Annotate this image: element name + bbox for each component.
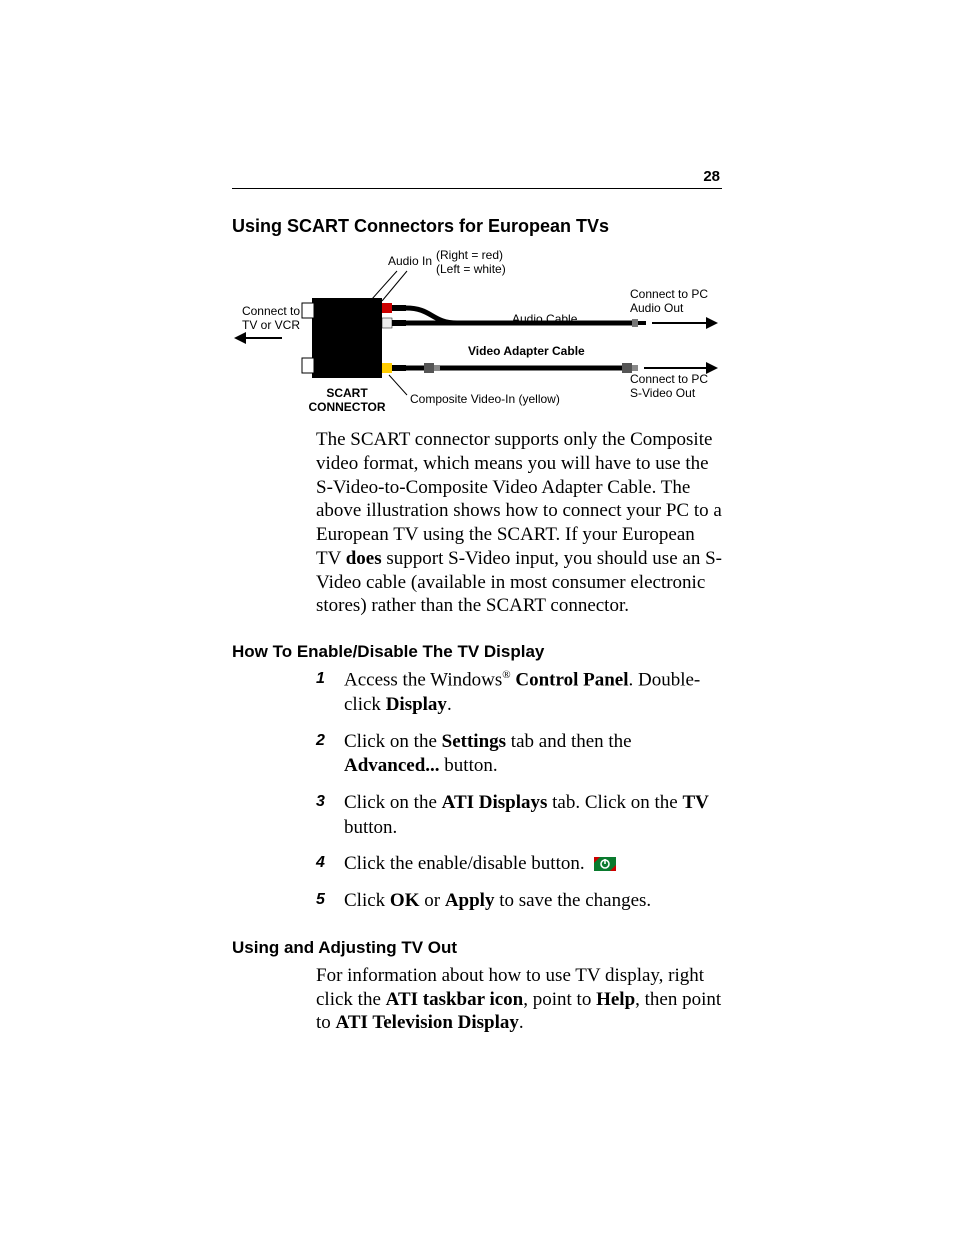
adjust-f: ATI Television Display bbox=[336, 1012, 519, 1033]
step-5: 5 Click OK or Apply to save the changes. bbox=[316, 889, 722, 914]
step3-d: TV bbox=[683, 792, 709, 813]
enable-disable-icon bbox=[594, 857, 616, 871]
step5-e: to save the changes. bbox=[494, 890, 651, 911]
label-connect-pc-svideo: Connect to PC S-Video Out bbox=[630, 373, 708, 401]
page-number: 28 bbox=[703, 168, 720, 185]
adjust-paragraph: For information about how to use TV disp… bbox=[316, 964, 722, 1035]
page: 28 Using SCART Connectors for European T… bbox=[0, 0, 954, 1235]
step3-b: ATI Displays bbox=[442, 792, 548, 813]
label-video-adapter-cable: Video Adapter Cable bbox=[468, 345, 585, 359]
step2-e: button. bbox=[440, 755, 498, 776]
label-right-red: (Right = red) bbox=[436, 249, 503, 263]
step5-d: Apply bbox=[445, 890, 495, 911]
step1-a: Access the Windows bbox=[344, 669, 502, 690]
step1-d: Display bbox=[386, 694, 447, 715]
step5-c: or bbox=[419, 890, 444, 911]
adjust-d: Help bbox=[596, 989, 635, 1010]
header-rule bbox=[232, 188, 722, 189]
step-number: 2 bbox=[316, 730, 344, 752]
step3-c: tab. Click on the bbox=[547, 792, 682, 813]
step1-e: . bbox=[447, 694, 452, 715]
adjust-b: ATI taskbar icon bbox=[386, 989, 524, 1010]
step-number: 5 bbox=[316, 889, 344, 911]
label-scart-connector: SCART CONNECTOR bbox=[290, 387, 404, 415]
label-audio-cable: Audio Cable bbox=[512, 313, 577, 327]
label-connect-tv-vcr: Connect to TV or VCR bbox=[222, 305, 300, 333]
heading-enable: How To Enable/Disable The TV Display bbox=[232, 642, 722, 662]
heading-adjust: Using and Adjusting TV Out bbox=[232, 938, 722, 958]
step-number: 3 bbox=[316, 791, 344, 813]
step1-b: Control Panel bbox=[515, 669, 628, 690]
step5-a: Click bbox=[344, 890, 390, 911]
enable-steps: 1 Access the Windows® Control Panel. Dou… bbox=[316, 668, 722, 914]
step2-a: Click on the bbox=[344, 731, 442, 752]
step-1: 1 Access the Windows® Control Panel. Dou… bbox=[316, 668, 722, 718]
step4-a: Click the enable/disable button. bbox=[344, 853, 585, 874]
adjust-g: . bbox=[519, 1012, 524, 1033]
scart-diagram: Audio In (Right = red) (Left = white) Co… bbox=[232, 243, 722, 418]
page-content: Using SCART Connectors for European TVs bbox=[232, 216, 722, 1059]
scart-paragraph: The SCART connector supports only the Co… bbox=[316, 428, 722, 618]
step3-a: Click on the bbox=[344, 792, 442, 813]
label-connect-pc-audio: Connect to PC Audio Out bbox=[630, 288, 708, 316]
adjust-c: , point to bbox=[523, 989, 596, 1010]
step2-d: Advanced... bbox=[344, 755, 440, 776]
step2-b: Settings bbox=[442, 731, 506, 752]
step-4: 4 Click the enable/disable button. bbox=[316, 852, 722, 877]
step-number: 1 bbox=[316, 668, 344, 690]
scart-bold-does: does bbox=[346, 548, 382, 569]
step-2: 2 Click on the Settings tab and then the… bbox=[316, 730, 722, 779]
step-number: 4 bbox=[316, 852, 344, 874]
heading-scart: Using SCART Connectors for European TVs bbox=[232, 216, 722, 237]
label-left-white: (Left = white) bbox=[436, 263, 506, 277]
step2-c: tab and then the bbox=[506, 731, 632, 752]
step3-e: button. bbox=[344, 817, 397, 838]
label-audio-in: Audio In bbox=[382, 255, 432, 269]
step5-b: OK bbox=[390, 890, 420, 911]
registered-icon: ® bbox=[502, 669, 510, 681]
step-3: 3 Click on the ATI Displays tab. Click o… bbox=[316, 791, 722, 840]
label-composite-yellow: Composite Video-In (yellow) bbox=[410, 393, 560, 407]
